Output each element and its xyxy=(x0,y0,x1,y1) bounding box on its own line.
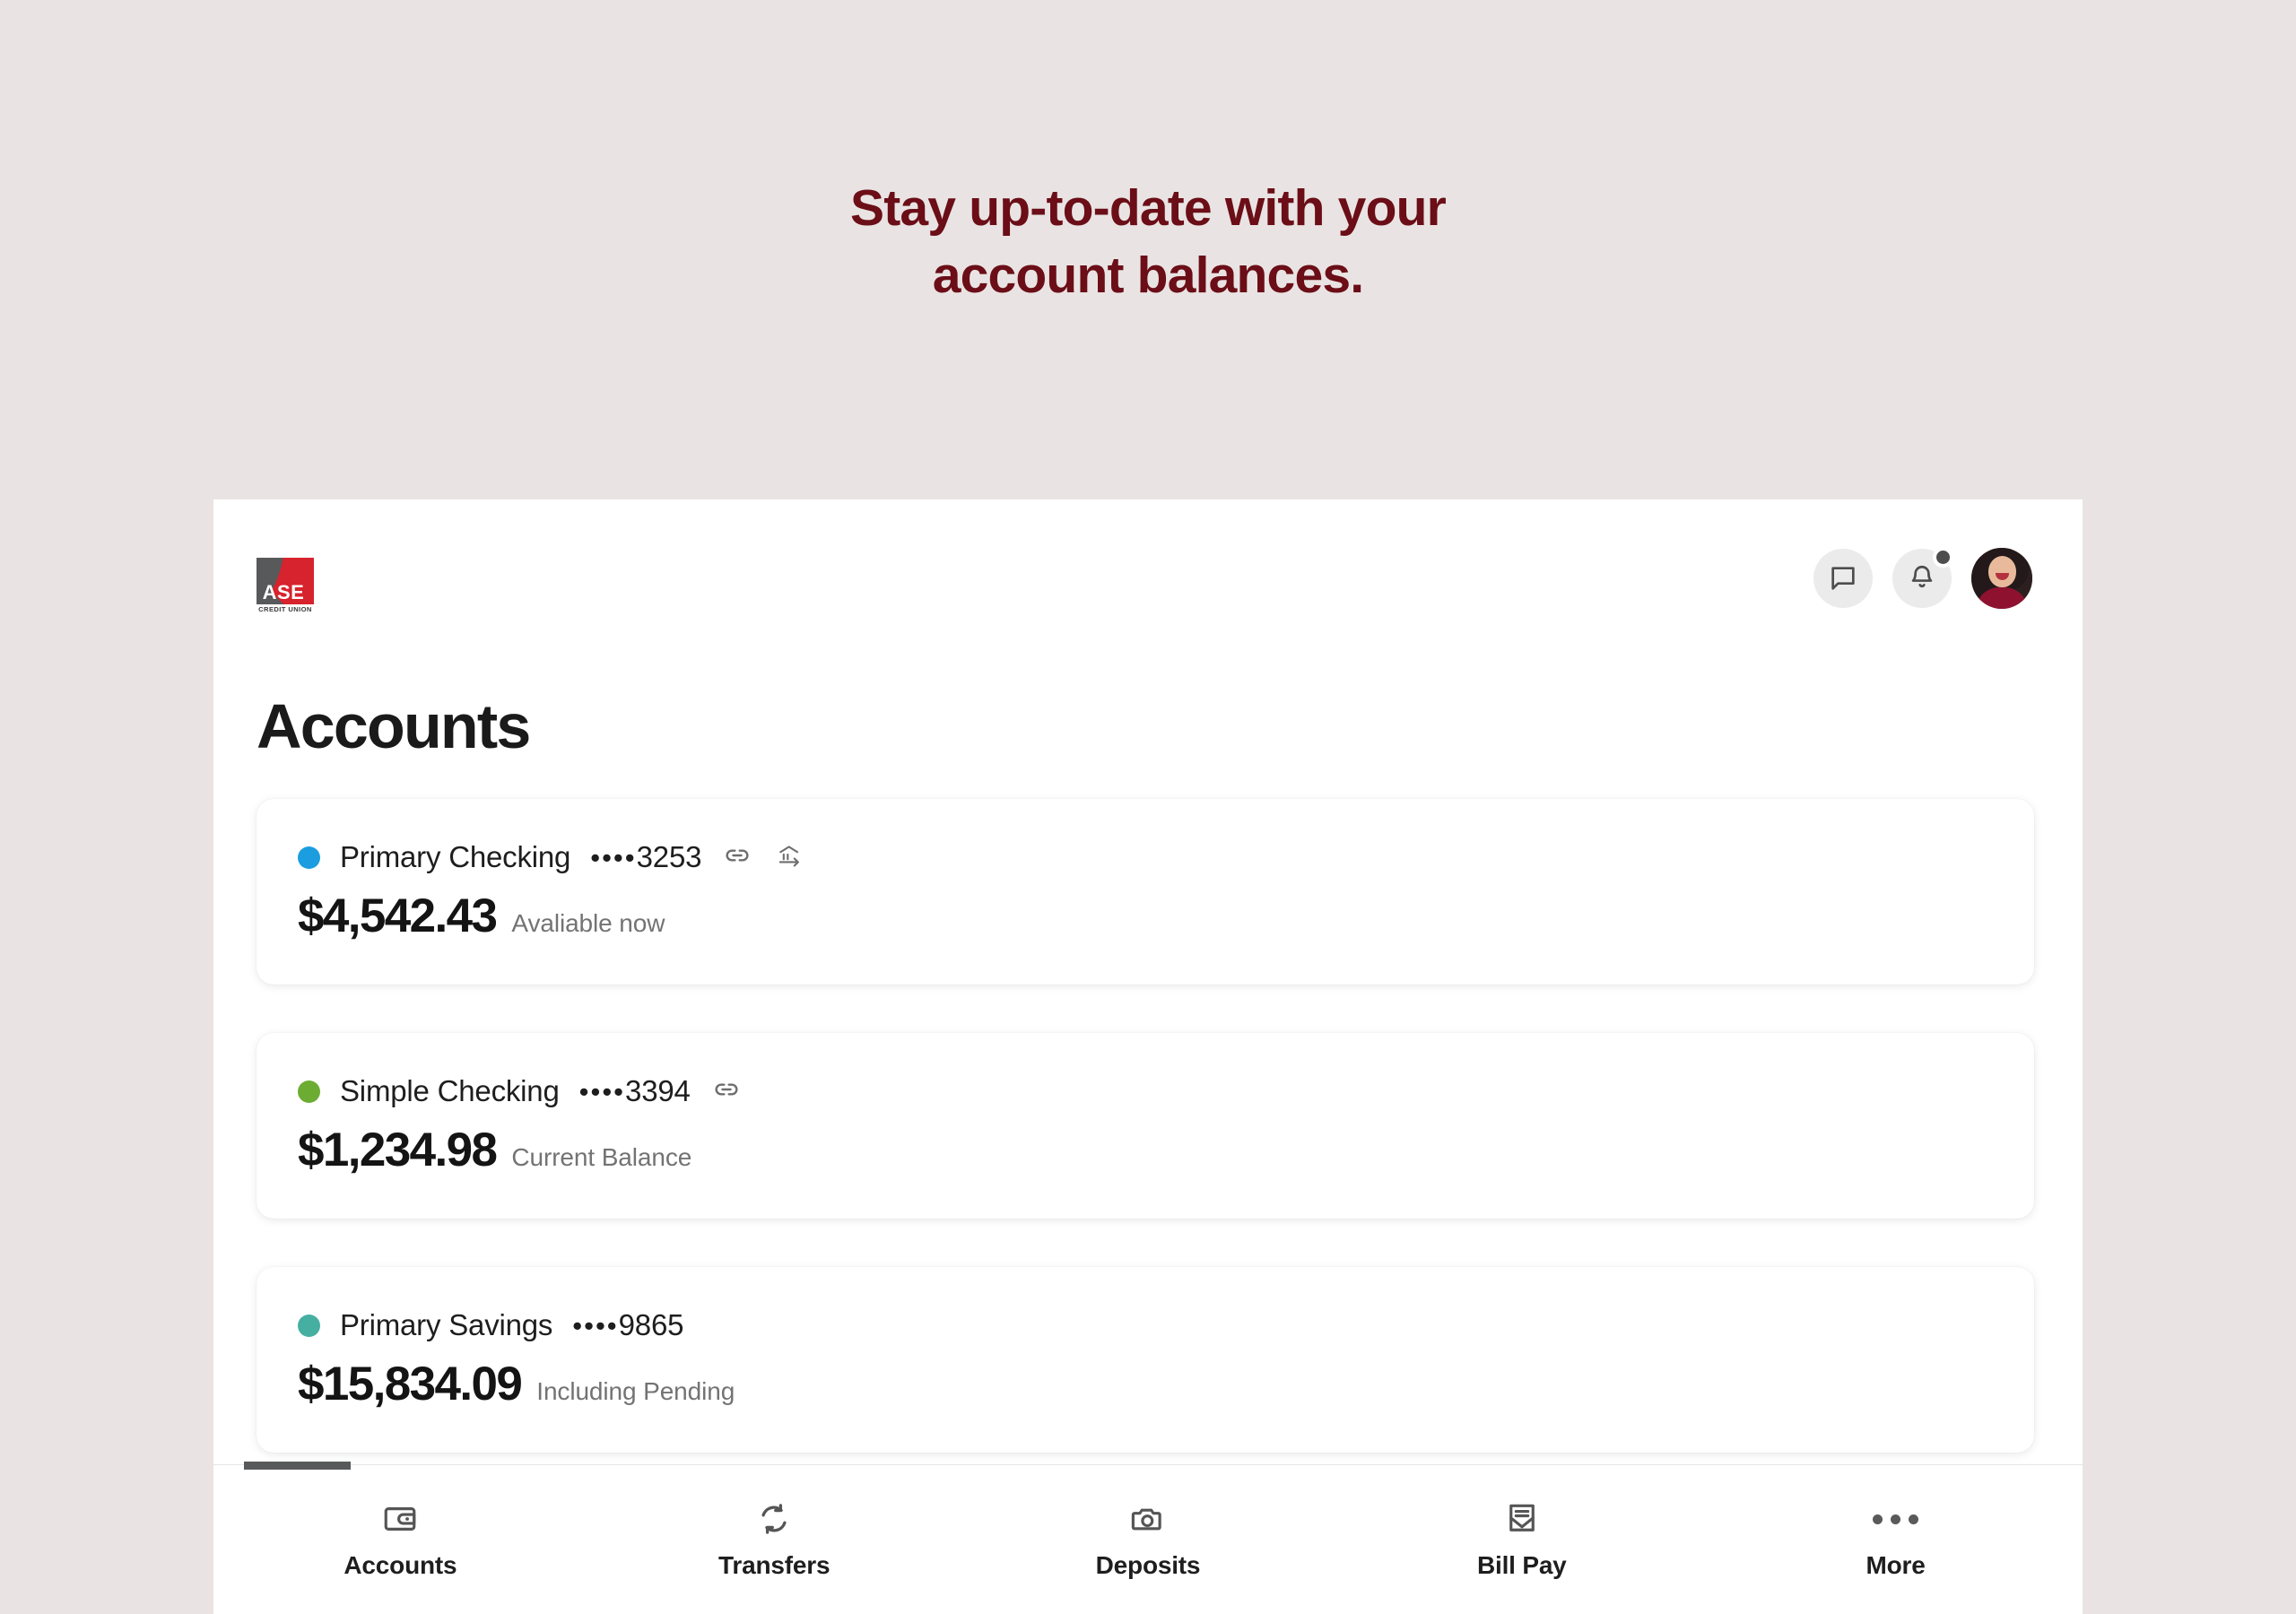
logo-mark: ASE xyxy=(257,558,314,604)
link-icon[interactable] xyxy=(712,1075,741,1108)
mask-digits: 3394 xyxy=(625,1074,691,1107)
mask-digits: 3253 xyxy=(636,840,702,873)
avatar[interactable] xyxy=(1971,548,2032,609)
account-name: Simple Checking xyxy=(340,1074,560,1107)
account-balance: $1,234.98 xyxy=(298,1124,498,1176)
nav-label: Bill Pay xyxy=(1477,1551,1567,1579)
account-balance-label: Avaliable now xyxy=(511,909,665,937)
chat-bubble-icon xyxy=(1828,563,1858,594)
bottom-navigation: Accounts Transfers Deposits Bill Pay Mor… xyxy=(213,1462,2083,1614)
bell-icon xyxy=(1907,563,1937,594)
mask-dots: •••• xyxy=(572,1310,619,1341)
link-icon[interactable] xyxy=(723,841,752,874)
promo-headline-line2: account balances. xyxy=(932,247,1364,305)
camera-icon xyxy=(1129,1499,1167,1539)
promo-headline-line1: Stay up-to-date with your xyxy=(849,179,1447,237)
account-header-row: Simple Checking ••••3394 xyxy=(298,1074,741,1108)
nav-item-deposits[interactable]: Deposits xyxy=(961,1465,1335,1614)
dot xyxy=(1891,1514,1901,1524)
nav-label: Deposits xyxy=(1095,1551,1201,1579)
nav-item-more[interactable]: More xyxy=(1709,1465,2083,1614)
account-balance-row: $15,834.09 Including Pending xyxy=(298,1357,735,1411)
mask-dots: •••• xyxy=(590,842,637,873)
account-name: Primary Savings xyxy=(340,1308,553,1341)
account-number-mask: ••••3394 xyxy=(579,1074,691,1108)
active-tab-indicator xyxy=(244,1462,351,1470)
account-status-dot xyxy=(298,846,320,869)
dot xyxy=(1909,1514,1919,1524)
account-name: Primary Checking xyxy=(340,840,571,873)
mobile-app-panel: ASE CREDIT UNION Accounts Primary Checki… xyxy=(213,499,2083,1614)
wallet-icon xyxy=(381,1499,419,1539)
logo-ase-text: ASE xyxy=(262,581,305,603)
account-actions xyxy=(712,1075,741,1108)
nav-item-transfers[interactable]: Transfers xyxy=(587,1465,961,1614)
sync-arrows-icon xyxy=(755,1499,793,1539)
envelope-icon xyxy=(1503,1499,1541,1539)
app-header: ASE CREDIT UNION xyxy=(213,499,2083,625)
ellipsis-dots xyxy=(1873,1514,1919,1524)
account-balance: $4,542.43 xyxy=(298,889,498,942)
promo-headline: Stay up-to-date with your account balanc… xyxy=(0,175,2296,309)
notifications-button[interactable] xyxy=(1892,547,1953,608)
nav-label: More xyxy=(1866,1551,1926,1579)
ase-credit-union-logo: ASE CREDIT UNION xyxy=(257,558,314,615)
account-status-dot xyxy=(298,1080,320,1103)
mask-digits: 9865 xyxy=(618,1308,684,1341)
account-balance: $15,834.09 xyxy=(298,1358,523,1410)
nav-item-bill-pay[interactable]: Bill Pay xyxy=(1335,1465,1709,1614)
dot xyxy=(1873,1514,1883,1524)
account-number-mask: ••••9865 xyxy=(572,1308,683,1342)
account-number-mask: ••••3253 xyxy=(590,840,701,874)
account-card-simple-checking[interactable]: Simple Checking ••••3394 $1,234.98 Curre… xyxy=(257,1033,2034,1219)
account-header-row: Primary Checking ••••3253 xyxy=(298,840,804,874)
header-actions xyxy=(1813,547,2032,609)
nav-label: Accounts xyxy=(344,1551,457,1579)
nav-label: Transfers xyxy=(718,1551,831,1579)
account-actions xyxy=(723,841,804,874)
nav-item-accounts[interactable]: Accounts xyxy=(213,1462,587,1614)
account-balance-label: Current Balance xyxy=(511,1143,692,1171)
mask-dots: •••• xyxy=(578,1076,626,1107)
account-balance-row: $4,542.43 Avaliable now xyxy=(298,889,665,943)
accounts-list: Primary Checking ••••3253 $4,542.43 Aval… xyxy=(213,794,2083,1464)
bank-transfer-icon[interactable] xyxy=(776,841,804,874)
ellipsis-icon xyxy=(1873,1499,1919,1539)
account-status-dot xyxy=(298,1314,320,1337)
notification-badge xyxy=(1933,547,1953,568)
page-title: Accounts xyxy=(257,691,531,761)
account-header-row: Primary Savings ••••9865 xyxy=(298,1308,683,1342)
account-balance-row: $1,234.98 Current Balance xyxy=(298,1123,691,1177)
messages-button[interactable] xyxy=(1813,549,1873,608)
account-balance-label: Including Pending xyxy=(536,1377,735,1405)
account-card-primary-checking[interactable]: Primary Checking ••••3253 $4,542.43 Aval… xyxy=(257,799,2034,985)
logo-credit-union-text: CREDIT UNION xyxy=(258,605,312,613)
account-card-primary-savings[interactable]: Primary Savings ••••9865 $15,834.09 Incl… xyxy=(257,1267,2034,1453)
avatar-face xyxy=(1988,556,2016,587)
